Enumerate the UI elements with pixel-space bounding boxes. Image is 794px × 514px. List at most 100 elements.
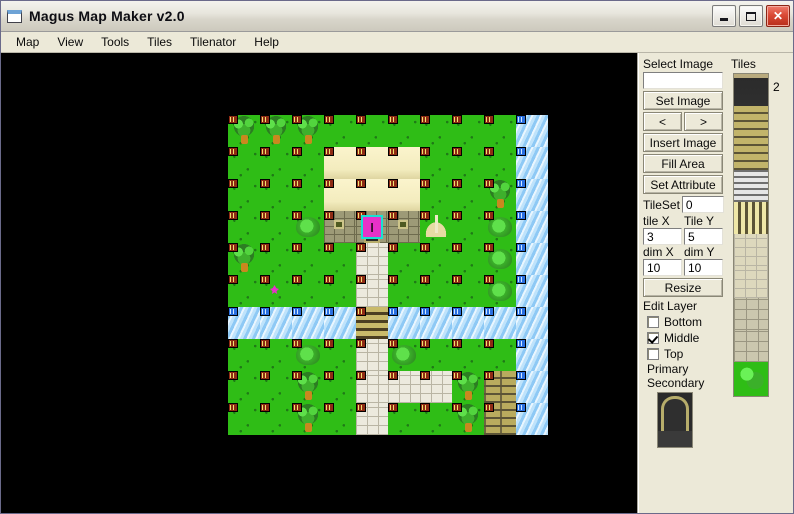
- map-tile[interactable]: [420, 275, 452, 307]
- map-tile[interactable]: [484, 243, 516, 275]
- map-tile[interactable]: [420, 307, 452, 339]
- tileset-input[interactable]: [681, 196, 724, 213]
- map-tile[interactable]: [292, 403, 324, 435]
- stone-tile-b[interactable]: [734, 330, 768, 362]
- map-tile[interactable]: [228, 339, 260, 371]
- layer-middle-checkbox[interactable]: [647, 332, 659, 344]
- map-tile[interactable]: [324, 371, 356, 403]
- dim-x-input[interactable]: [643, 259, 682, 276]
- map-tile[interactable]: [420, 147, 452, 179]
- brick-wall-tile-b[interactable]: [734, 138, 768, 170]
- layer-bottom-row[interactable]: Bottom: [647, 315, 725, 329]
- map-tile[interactable]: [452, 115, 484, 147]
- map-tile[interactable]: [388, 179, 420, 211]
- map-tile[interactable]: [452, 275, 484, 307]
- resize-button[interactable]: Resize: [643, 278, 723, 297]
- map-tile[interactable]: [452, 371, 484, 403]
- map-tile[interactable]: [516, 211, 548, 243]
- map-tile[interactable]: [260, 371, 292, 403]
- map-tile[interactable]: [356, 307, 388, 339]
- cobble-tile-b[interactable]: [734, 266, 768, 298]
- map-tile[interactable]: [324, 275, 356, 307]
- map-tile[interactable]: [388, 275, 420, 307]
- map-tile[interactable]: [292, 275, 324, 307]
- menu-item-map[interactable]: Map: [7, 33, 48, 51]
- map-tile[interactable]: [324, 403, 356, 435]
- map-tile[interactable]: [292, 179, 324, 211]
- map-tile[interactable]: [388, 371, 420, 403]
- menu-item-tiles[interactable]: Tiles: [138, 33, 181, 51]
- tiles-palette-strip[interactable]: [733, 73, 769, 397]
- map-tile[interactable]: [484, 115, 516, 147]
- map-tile[interactable]: [356, 243, 388, 275]
- map-tile[interactable]: [452, 211, 484, 243]
- map-tile[interactable]: [516, 275, 548, 307]
- map-tile[interactable]: [324, 179, 356, 211]
- map-tile[interactable]: [228, 275, 260, 307]
- map-tile[interactable]: [324, 339, 356, 371]
- map-tile[interactable]: [324, 243, 356, 275]
- map-tile[interactable]: [388, 115, 420, 147]
- prev-image-button[interactable]: <: [643, 112, 682, 131]
- map-tile[interactable]: [292, 371, 324, 403]
- map-tile[interactable]: [356, 147, 388, 179]
- map-tile[interactable]: [420, 179, 452, 211]
- set-image-button[interactable]: Set Image: [643, 91, 723, 110]
- map-tile[interactable]: [324, 115, 356, 147]
- map-tile[interactable]: [484, 275, 516, 307]
- close-button[interactable]: ✕: [766, 5, 790, 27]
- menu-item-help[interactable]: Help: [245, 33, 288, 51]
- tile-y-input[interactable]: [684, 228, 723, 245]
- map-tile[interactable]: [516, 115, 548, 147]
- map-canvas[interactable]: I: [1, 53, 638, 513]
- map-tile[interactable]: [452, 179, 484, 211]
- map-tile[interactable]: [420, 115, 452, 147]
- layer-middle-row[interactable]: Middle: [647, 331, 725, 345]
- map-tile[interactable]: [452, 147, 484, 179]
- map-tile[interactable]: [260, 243, 292, 275]
- map-tile[interactable]: [292, 307, 324, 339]
- map-tile[interactable]: [420, 243, 452, 275]
- map-tile[interactable]: [356, 179, 388, 211]
- map-cursor[interactable]: I: [361, 215, 383, 239]
- menu-item-tilenator[interactable]: Tilenator: [181, 33, 245, 51]
- map-tile[interactable]: [228, 403, 260, 435]
- tree-tile-a[interactable]: [734, 362, 768, 394]
- map-tile[interactable]: [324, 211, 356, 243]
- map-tile[interactable]: [388, 147, 420, 179]
- map-tile[interactable]: [484, 339, 516, 371]
- map-tile[interactable]: [484, 307, 516, 339]
- map-tile[interactable]: [388, 211, 420, 243]
- map-tile[interactable]: [420, 339, 452, 371]
- map-tile[interactable]: [452, 243, 484, 275]
- map-tile[interactable]: [228, 243, 260, 275]
- fill-area-button[interactable]: Fill Area: [643, 154, 723, 173]
- next-image-button[interactable]: >: [684, 112, 723, 131]
- select-image-input[interactable]: [643, 72, 723, 89]
- map-tile[interactable]: [292, 243, 324, 275]
- map-tile[interactable]: [228, 211, 260, 243]
- map-tile[interactable]: [260, 115, 292, 147]
- tree-tile-b[interactable]: [734, 394, 768, 396]
- map-tile[interactable]: [388, 307, 420, 339]
- maximize-button[interactable]: [739, 5, 763, 27]
- stone-tile-a[interactable]: [734, 298, 768, 330]
- dim-y-input[interactable]: [684, 259, 723, 276]
- layer-top-checkbox[interactable]: [647, 348, 659, 360]
- menu-item-view[interactable]: View: [48, 33, 92, 51]
- map-tile[interactable]: [228, 307, 260, 339]
- map-tile[interactable]: [260, 307, 292, 339]
- pillar-tile[interactable]: [734, 202, 768, 234]
- map-tile[interactable]: [484, 147, 516, 179]
- map-tile[interactable]: [228, 115, 260, 147]
- map-tile[interactable]: [516, 243, 548, 275]
- insert-image-button[interactable]: Insert Image: [643, 133, 723, 152]
- map-tile[interactable]: [356, 115, 388, 147]
- map-tile[interactable]: [356, 339, 388, 371]
- menu-item-tools[interactable]: Tools: [92, 33, 138, 51]
- map-tile[interactable]: [292, 147, 324, 179]
- map-tile[interactable]: [228, 179, 260, 211]
- map-tile[interactable]: [356, 403, 388, 435]
- map-tile[interactable]: [388, 243, 420, 275]
- map-tile[interactable]: [516, 179, 548, 211]
